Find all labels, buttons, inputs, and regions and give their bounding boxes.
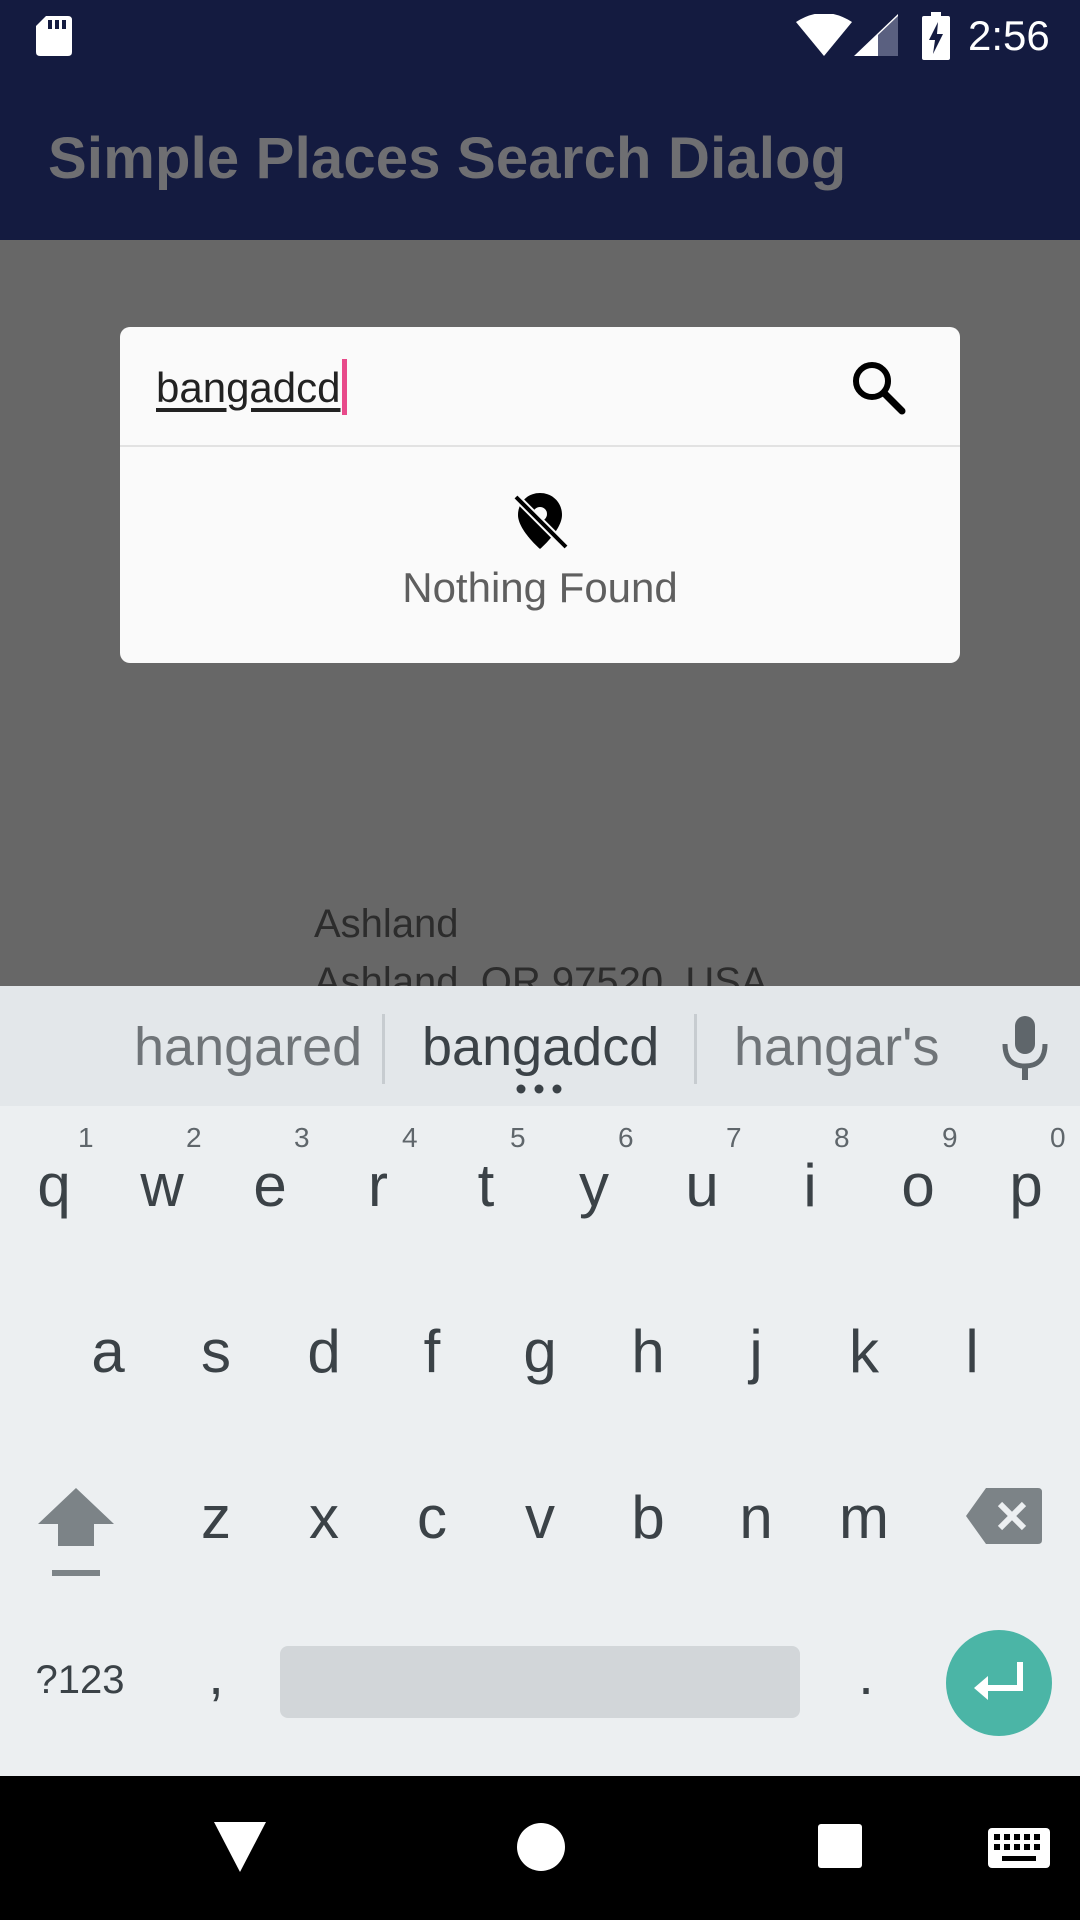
empty-state-text: Nothing Found xyxy=(402,564,678,611)
back-icon[interactable] xyxy=(214,1822,266,1872)
more-suggestions-icon[interactable] xyxy=(516,1084,562,1094)
key-hint: 7 xyxy=(726,1122,742,1153)
status-bar: 2:56 xyxy=(0,0,1080,72)
clock: 2:56 xyxy=(968,12,1050,59)
suggestion-item[interactable]: hangar's xyxy=(734,1014,939,1080)
symbols-key[interactable]: ?123 xyxy=(20,1652,140,1708)
sd-card-icon xyxy=(36,16,72,56)
key-f[interactable]: f xyxy=(382,1292,482,1412)
key-l[interactable]: l xyxy=(922,1292,1022,1412)
enter-icon xyxy=(974,1662,1023,1700)
backspace-icon[interactable] xyxy=(966,1488,1042,1544)
key-a[interactable]: a xyxy=(58,1292,158,1412)
wifi-icon xyxy=(796,14,852,56)
key-hint: 8 xyxy=(834,1122,850,1153)
key-b[interactable]: b xyxy=(598,1458,698,1578)
suggestion-item[interactable]: hangared xyxy=(134,1014,362,1080)
search-row: bangadcd xyxy=(120,327,960,447)
search-dialog: bangadcd Nothing Found xyxy=(120,327,960,663)
key-hint: 5 xyxy=(510,1122,526,1153)
enter-key[interactable] xyxy=(946,1630,1052,1736)
key-v[interactable]: v xyxy=(490,1458,590,1578)
suggestion-divider xyxy=(382,1014,385,1084)
key-z[interactable]: z xyxy=(166,1458,266,1578)
key-hint: 6 xyxy=(618,1122,634,1153)
key-hint: 2 xyxy=(186,1122,202,1153)
page-title: Simple Places Search Dialog xyxy=(48,126,847,191)
key-hint: 0 xyxy=(1050,1122,1066,1153)
text-cursor xyxy=(342,359,347,415)
key-hint: 1 xyxy=(78,1122,94,1153)
key-k[interactable]: k xyxy=(814,1292,914,1412)
space-key[interactable] xyxy=(280,1646,800,1718)
key-hint: 4 xyxy=(402,1122,418,1153)
home-icon[interactable] xyxy=(516,1822,566,1872)
microphone-icon[interactable] xyxy=(1000,1016,1050,1080)
suggestion-strip: hangared bangadcd hangar's xyxy=(0,986,1080,1106)
search-input[interactable]: bangadcd xyxy=(156,363,341,413)
key-g[interactable]: g xyxy=(490,1292,590,1412)
keyboard-switch-icon[interactable] xyxy=(988,1828,1050,1868)
suggestion-divider xyxy=(694,1014,697,1084)
navigation-bar xyxy=(0,1776,1080,1920)
key-x[interactable]: x xyxy=(274,1458,374,1578)
background-place-address: Ashland, OR 97520, USA xyxy=(314,960,768,986)
suggestion-item[interactable]: bangadcd xyxy=(422,1014,659,1080)
key-hint: 9 xyxy=(942,1122,958,1153)
signal-icon xyxy=(854,14,898,56)
comma-key[interactable]: , xyxy=(196,1640,236,1710)
location-off-icon xyxy=(513,493,569,550)
recents-icon[interactable] xyxy=(818,1824,862,1868)
battery-charging-icon xyxy=(922,12,950,60)
search-icon[interactable] xyxy=(846,355,910,419)
key-m[interactable]: m xyxy=(814,1458,914,1578)
key-c[interactable]: c xyxy=(382,1458,482,1578)
background-place-name: Ashland xyxy=(314,902,459,946)
shift-icon[interactable] xyxy=(38,1488,114,1578)
period-key[interactable]: . xyxy=(846,1640,886,1710)
key-hint: 3 xyxy=(294,1122,310,1153)
key-h[interactable]: h xyxy=(598,1292,698,1412)
key-d[interactable]: d xyxy=(274,1292,374,1412)
key-s[interactable]: s xyxy=(166,1292,266,1412)
key-n[interactable]: n xyxy=(706,1458,806,1578)
app-bar: Simple Places Search Dialog xyxy=(0,72,1080,240)
key-j[interactable]: j xyxy=(706,1292,806,1412)
